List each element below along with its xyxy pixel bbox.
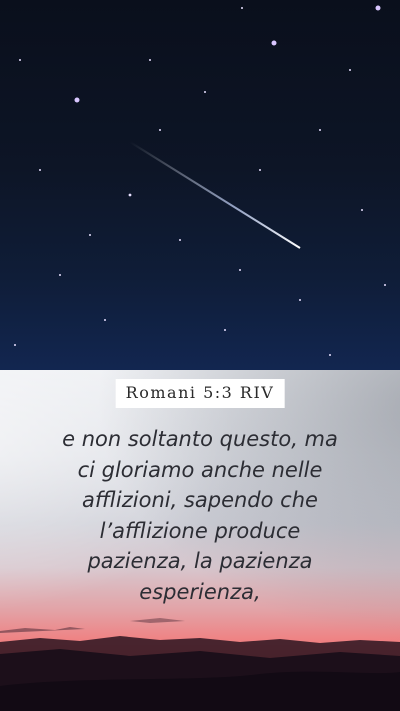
verse-line: ci gloriamo anche nelle: [77, 457, 323, 482]
verse-reference-badge: Romani 5:3 RIV: [115, 379, 285, 408]
verse-line: esperienza,: [139, 579, 261, 604]
shooting-star: [129, 141, 301, 249]
night-sky-photo: [0, 0, 400, 370]
verse-line: afflizioni, sapendo che: [82, 488, 318, 512]
verse-line: l’afflizione produce: [99, 518, 301, 543]
verse-line: pazienza, la pazienza: [87, 549, 313, 573]
starfield: [14, 5, 386, 356]
stars: [14, 5, 386, 356]
verse-text: e non soltanto questo, ma ci gloriamo an…: [24, 424, 376, 607]
verse-line: e non soltanto questo, ma: [62, 427, 338, 451]
dark-horizon-silhouette: [0, 618, 400, 711]
